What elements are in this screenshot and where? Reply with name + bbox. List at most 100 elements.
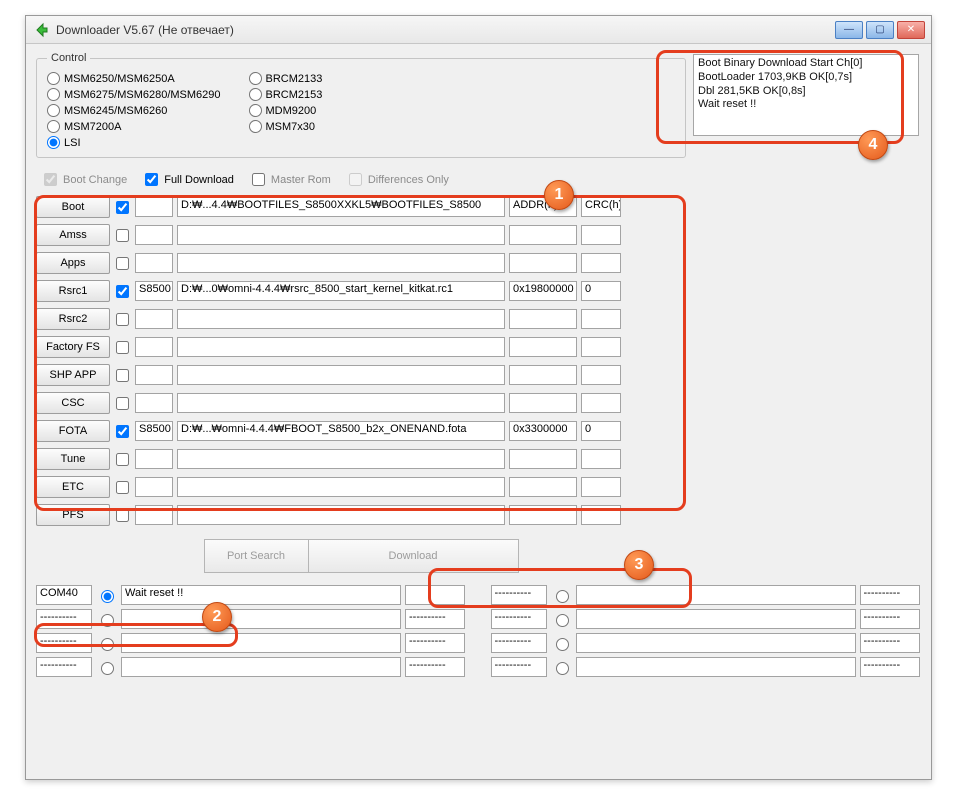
full-download-checkbox[interactable]: Full Download xyxy=(141,170,234,189)
port-extra-field[interactable]: ---------- xyxy=(405,633,465,653)
row-field-c[interactable] xyxy=(509,309,577,329)
row-field-c[interactable] xyxy=(509,253,577,273)
row-field-a[interactable] xyxy=(135,225,173,245)
row-label-button[interactable]: PFS xyxy=(36,504,110,526)
row-field-a[interactable] xyxy=(135,337,173,357)
port-extra-field[interactable]: ---------- xyxy=(405,609,465,629)
row-field-d[interactable]: 0 xyxy=(581,421,621,441)
row-field-b[interactable] xyxy=(177,393,505,413)
chipset-radio[interactable]: MDM9200 xyxy=(249,104,323,117)
row-label-button[interactable]: CSC xyxy=(36,392,110,414)
row-field-a[interactable] xyxy=(135,197,173,217)
maximize-button[interactable]: ▢ xyxy=(866,21,894,39)
port-extra-field[interactable]: ---------- xyxy=(860,657,920,677)
row-field-b[interactable] xyxy=(177,365,505,385)
row-field-a[interactable] xyxy=(135,365,173,385)
port-radio[interactable] xyxy=(556,638,569,651)
row-field-b[interactable] xyxy=(177,505,505,525)
row-checkbox[interactable] xyxy=(116,341,129,354)
row-field-d[interactable]: 0 xyxy=(581,281,621,301)
row-field-b[interactable] xyxy=(177,309,505,329)
port-name-field[interactable]: ---------- xyxy=(36,657,92,677)
row-label-button[interactable]: Rsrc2 xyxy=(36,308,110,330)
row-field-c[interactable]: 0x19800000 xyxy=(509,281,577,301)
row-checkbox[interactable] xyxy=(116,481,129,494)
row-label-button[interactable]: FOTA xyxy=(36,420,110,442)
port-radio[interactable] xyxy=(556,590,569,603)
port-name-field[interactable]: ---------- xyxy=(491,585,547,605)
chipset-radio[interactable]: BRCM2153 xyxy=(249,88,323,101)
chipset-radio[interactable]: MSM6275/MSM6280/MSM6290 xyxy=(47,88,221,101)
row-label-button[interactable]: Rsrc1 xyxy=(36,280,110,302)
row-field-c[interactable] xyxy=(509,393,577,413)
row-field-b[interactable]: D:₩...4.4₩BOOTFILES_S8500XXKL5₩BOOTFILES… xyxy=(177,197,505,217)
chipset-radio[interactable]: MSM7200A xyxy=(47,120,221,133)
row-field-c[interactable] xyxy=(509,477,577,497)
row-field-b[interactable] xyxy=(177,477,505,497)
row-field-d[interactable]: CRC(h) xyxy=(581,197,621,217)
row-field-d[interactable] xyxy=(581,477,621,497)
row-field-c[interactable]: 0x3300000 xyxy=(509,421,577,441)
port-name-field[interactable]: ---------- xyxy=(36,609,92,629)
row-field-b[interactable] xyxy=(177,449,505,469)
port-name-field[interactable]: ---------- xyxy=(491,657,547,677)
close-button[interactable]: ✕ xyxy=(897,21,925,39)
row-field-a[interactable] xyxy=(135,505,173,525)
row-field-b[interactable]: D:₩...0₩omni-4.4.4₩rsrc_8500_start_kerne… xyxy=(177,281,505,301)
row-field-d[interactable] xyxy=(581,505,621,525)
master-rom-checkbox[interactable]: Master Rom xyxy=(248,170,331,189)
row-field-b[interactable]: D:₩...₩omni-4.4.4₩FBOOT_S8500_b2x_ONENAN… xyxy=(177,421,505,441)
row-field-c[interactable] xyxy=(509,505,577,525)
row-label-button[interactable]: Apps xyxy=(36,252,110,274)
row-checkbox[interactable] xyxy=(116,313,129,326)
chipset-radio[interactable]: MSM6245/MSM6260 xyxy=(47,104,221,117)
port-radio[interactable] xyxy=(101,638,114,651)
minimize-button[interactable]: — xyxy=(835,21,863,39)
port-name-field[interactable]: ---------- xyxy=(36,633,92,653)
row-field-b[interactable] xyxy=(177,253,505,273)
row-field-a[interactable] xyxy=(135,309,173,329)
row-field-c[interactable] xyxy=(509,337,577,357)
row-checkbox[interactable] xyxy=(116,369,129,382)
port-search-button[interactable]: Port Search xyxy=(204,539,309,573)
port-radio[interactable] xyxy=(101,590,114,603)
port-name-field[interactable]: ---------- xyxy=(491,609,547,629)
row-checkbox[interactable] xyxy=(116,229,129,242)
row-label-button[interactable]: Boot xyxy=(36,196,110,218)
port-radio[interactable] xyxy=(556,662,569,675)
row-field-d[interactable] xyxy=(581,253,621,273)
row-field-b[interactable] xyxy=(177,337,505,357)
port-radio[interactable] xyxy=(101,614,114,627)
port-extra-field[interactable]: ---------- xyxy=(860,609,920,629)
row-checkbox[interactable] xyxy=(116,201,129,214)
row-label-button[interactable]: Amss xyxy=(36,224,110,246)
row-field-d[interactable] xyxy=(581,225,621,245)
row-checkbox[interactable] xyxy=(116,397,129,410)
chipset-radio[interactable]: BRCM2133 xyxy=(249,72,323,85)
port-name-field[interactable]: COM40 xyxy=(36,585,92,605)
row-field-c[interactable] xyxy=(509,225,577,245)
chipset-radio[interactable]: LSI xyxy=(47,136,221,149)
row-label-button[interactable]: SHP APP xyxy=(36,364,110,386)
row-checkbox[interactable] xyxy=(116,285,129,298)
row-field-a[interactable] xyxy=(135,393,173,413)
port-extra-field[interactable] xyxy=(405,585,465,605)
row-checkbox[interactable] xyxy=(116,425,129,438)
row-field-d[interactable] xyxy=(581,309,621,329)
row-field-d[interactable] xyxy=(581,365,621,385)
port-extra-field[interactable]: ---------- xyxy=(405,657,465,677)
row-checkbox[interactable] xyxy=(116,509,129,522)
row-field-d[interactable] xyxy=(581,337,621,357)
port-extra-field[interactable]: ---------- xyxy=(860,633,920,653)
row-field-a[interactable] xyxy=(135,253,173,273)
download-button[interactable]: Download xyxy=(309,539,519,573)
row-checkbox[interactable] xyxy=(116,453,129,466)
row-field-b[interactable] xyxy=(177,225,505,245)
port-radio[interactable] xyxy=(556,614,569,627)
port-radio[interactable] xyxy=(101,662,114,675)
row-field-a[interactable]: S8500 xyxy=(135,281,173,301)
row-field-c[interactable] xyxy=(509,449,577,469)
row-label-button[interactable]: ETC xyxy=(36,476,110,498)
row-field-d[interactable] xyxy=(581,393,621,413)
row-field-a[interactable] xyxy=(135,449,173,469)
